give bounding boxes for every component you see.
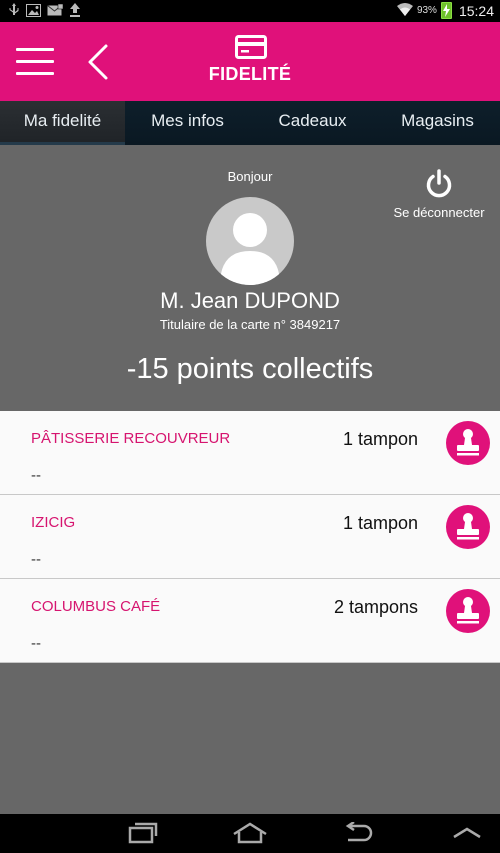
home-icon[interactable] [232,822,268,849]
stamp-count: 1 tampon [342,513,418,533]
user-name: M. Jean DUPOND [160,288,340,313]
clock: 15:24 [458,2,494,19]
list-item[interactable]: PÂTISSERIE RECOUVREUR -- 1 tampon [0,411,500,495]
points-total: -15 points collectifs [126,353,374,385]
shop-detail: -- [31,635,41,652]
tab-ma-fidelite[interactable]: Ma fidelité [0,101,125,145]
stamp-icon[interactable] [446,589,490,633]
recent-apps-icon[interactable] [128,822,158,849]
shop-detail: -- [31,551,41,568]
empty-area [0,663,500,814]
wifi-icon [396,2,413,19]
list-item[interactable]: IZICIG -- 1 tampon [0,495,500,579]
app-bar: FIDELITÉ [0,22,500,101]
user-silhouette-icon [220,213,280,285]
system-nav-bar [0,814,500,853]
tab-magasins[interactable]: Magasins [375,101,500,145]
list-item[interactable]: COLUMBUS CAFÉ -- 2 tampons [0,579,500,663]
chevron-up-icon[interactable] [452,826,482,844]
shop-name: COLUMBUS CAFÉ [31,598,161,615]
tab-mes-infos[interactable]: Mes infos [125,101,250,145]
status-bar: 93% 15:24 [0,0,500,22]
stamp-count: 2 tampons [333,597,418,617]
mail-icon [47,3,64,22]
logout-button[interactable]: Se déconnecter [384,169,494,220]
shop-list: PÂTISSERIE RECOUVREUR -- 1 tampon IZICIG… [0,411,500,663]
image-icon [26,3,41,22]
logout-label: Se déconnecter [393,205,485,220]
page-title: FIDELITÉ [208,64,292,84]
stamp-icon[interactable] [446,505,490,549]
shop-name: IZICIG [31,514,76,531]
tab-bar: Ma fidelité Mes infos Cadeaux Magasins [0,101,500,145]
upload-icon [69,3,81,22]
stamp-count: 1 tampon [342,429,418,449]
battery-percent: 93% [416,5,437,16]
shop-detail: -- [31,467,41,484]
stamp-icon[interactable] [446,421,490,465]
back-icon[interactable] [342,820,374,849]
power-icon [426,169,452,198]
card-number: Titulaire de la carte n° 3849217 [159,317,341,332]
battery-charging-icon [440,2,452,19]
shop-name: PÂTISSERIE RECOUVREUR [31,430,231,447]
credit-card-icon [235,35,267,59]
usb-icon [8,3,20,22]
tab-cadeaux[interactable]: Cadeaux [250,101,375,145]
profile-header: Bonjour Se déconnecter M. Jean DUPOND Ti… [0,145,500,411]
avatar [206,197,294,285]
